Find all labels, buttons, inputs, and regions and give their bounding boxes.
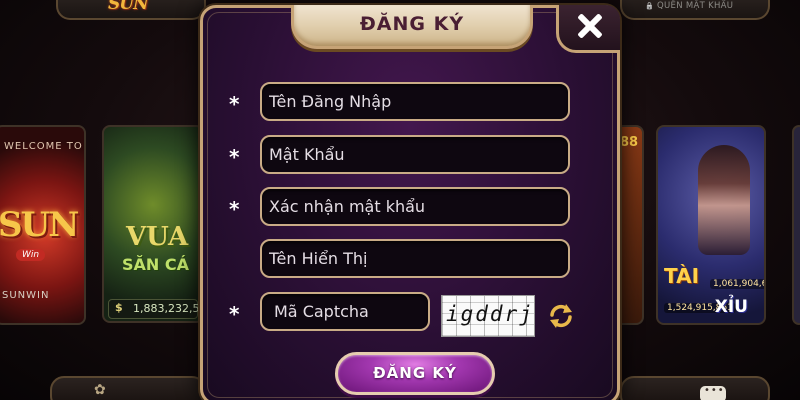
welcome-label: WELCOME TO: [4, 141, 83, 152]
display-name-input[interactable]: [262, 241, 568, 276]
captcha-field-box: [260, 292, 430, 331]
bottom-left-tab[interactable]: [50, 376, 206, 400]
edge-game-card[interactable]: [792, 125, 800, 325]
required-mark: *: [229, 197, 240, 221]
gift-icon[interactable]: ✿: [94, 382, 106, 398]
required-mark: *: [229, 92, 240, 116]
register-submit-button[interactable]: ĐĂNG KÝ: [335, 352, 495, 395]
san-ca-subtitle: SĂN CÁ: [122, 255, 189, 274]
required-mark: *: [229, 145, 240, 169]
confirm-password-input[interactable]: [262, 189, 568, 224]
register-modal: ĐĂNG KÝ * * * * igddrj: [200, 5, 620, 400]
username-input[interactable]: [262, 84, 568, 119]
bottom-right-tab[interactable]: [620, 376, 770, 400]
username-field-box: [260, 82, 570, 121]
register-submit-label: ĐĂNG KÝ: [373, 364, 457, 382]
dealer-image: [698, 145, 750, 255]
vua-san-ca-game-card[interactable]: VUA SĂN CÁ 1,883,232,5: [102, 125, 204, 323]
forgot-password-link[interactable]: QUÊN MẬT KHẨU: [645, 1, 733, 11]
chat-icon[interactable]: [700, 385, 726, 400]
xiu-label: XỈU: [714, 297, 748, 317]
sunwin-game-card[interactable]: WELCOME TO SUN Win SUNWIN: [0, 125, 86, 325]
password-input[interactable]: [262, 137, 568, 172]
tai-xiu-game-card[interactable]: TÀI 1,061,904,640 1,524,915,861 XỈU: [656, 125, 766, 325]
close-button[interactable]: [556, 5, 620, 53]
captcha-image: igddrj: [441, 295, 535, 337]
sunwin-sub-text: Win: [16, 249, 46, 261]
modal-title: ĐĂNG KÝ: [359, 13, 465, 35]
required-mark: *: [229, 302, 240, 326]
display-name-field-box: [260, 239, 570, 278]
close-icon[interactable]: [575, 11, 605, 41]
captcha-code: igddrj: [446, 302, 534, 326]
title-plate: ĐĂNG KÝ: [291, 5, 533, 49]
vua-title: VUA: [126, 222, 189, 252]
tai-label: TÀI: [664, 264, 700, 288]
partial-card-number: 88: [620, 135, 639, 150]
password-field-box: [260, 135, 570, 174]
jackpot-amount: 1,883,232,5: [108, 299, 199, 319]
sun-logo: SUN: [108, 0, 149, 14]
sunwin-name: SUNWIN: [2, 290, 50, 301]
captcha-input[interactable]: [262, 294, 428, 329]
confirm-password-field-box: [260, 187, 570, 226]
game-lobby-stage: SUN QUÊN MẬT KHẨU WELCOME TO SUN Win SUN…: [0, 0, 800, 400]
tai-amount: 1,061,904,640: [710, 279, 764, 289]
sunwin-logo-text: SUN: [0, 205, 79, 245]
refresh-icon[interactable]: [547, 302, 575, 330]
